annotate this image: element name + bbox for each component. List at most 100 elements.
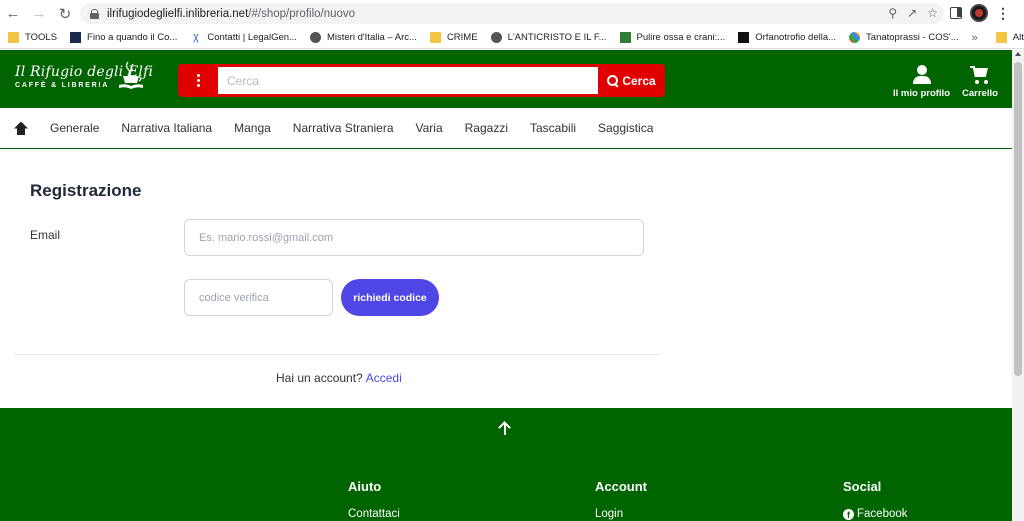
other-favorites[interactable]: Altri Preferiti (995, 32, 1024, 43)
globe-icon (490, 32, 502, 43)
page-scrollbar[interactable] (1012, 50, 1024, 521)
bookmark-label: L'ANTICRISTO E IL F... (507, 32, 607, 43)
footer-link-login[interactable]: Login (595, 508, 647, 520)
other-favorites-label: Altri Preferiti (1012, 32, 1024, 43)
bookmark-item[interactable]: Misteri d'Italia – Arc... (309, 32, 417, 43)
category-narrativa-straniera[interactable]: Narrativa Straniera (293, 121, 394, 135)
bookmark-item[interactable]: Orfanotrofio della... (738, 32, 836, 43)
folder-icon (8, 32, 19, 43)
verification-code-field[interactable] (184, 279, 333, 316)
omnibox-icons: ⚲ ↗ ☆ (888, 6, 938, 20)
footer-link-label: Login (595, 508, 624, 520)
legal-icon: χ (192, 31, 199, 43)
search-input[interactable] (218, 67, 598, 94)
bookmark-item[interactable]: χ Contatti | LegalGen... (190, 31, 297, 44)
search-bar: Cerca (178, 64, 665, 97)
folder-icon (429, 32, 441, 43)
folder-icon (995, 32, 1007, 43)
page-icon (70, 32, 82, 43)
lock-icon (90, 8, 99, 19)
login-prompt: Hai un account? Accedi (276, 371, 402, 385)
page-icon (738, 32, 750, 43)
category-manga[interactable]: Manga (234, 121, 271, 135)
globe-icon (309, 32, 321, 43)
request-code-button[interactable]: richiedi codice (341, 279, 439, 316)
bookmark-label: Contatti | LegalGen... (207, 32, 297, 43)
site-footer: Aiuto Contattaci Account Login Social fF… (0, 408, 1012, 521)
bookmark-label: Fino a quando il Co... (87, 32, 178, 43)
bookmark-item[interactable]: L'ANTICRISTO E IL F... (490, 32, 607, 43)
scrollbar-thumb[interactable] (1014, 62, 1022, 376)
footer-column-account: Account Login (595, 479, 647, 520)
browser-toolbar: ← → ↻ ilrifugiodeglielfi.inlibreria.net/… (0, 0, 1024, 27)
share-icon[interactable]: ↗ (907, 6, 917, 20)
footer-column-social: Social f Facebook (843, 479, 908, 520)
reload-icon[interactable]: ↻ (52, 0, 78, 27)
footer-link-contact[interactable]: Contattaci (348, 508, 400, 520)
category-generale[interactable]: Generale (50, 121, 99, 135)
bookmark-item[interactable]: Tanatoprassi - COS'... (849, 32, 959, 43)
profile-label: Il mio profilo (893, 88, 950, 99)
bookmark-label: TOOLS (25, 32, 58, 43)
url-path: /#/shop/profilo/nuovo (248, 7, 356, 20)
profile-avatar[interactable] (970, 4, 988, 22)
category-nav: Generale Narrativa Italiana Manga Narrat… (0, 108, 1024, 149)
coffee-book-icon (119, 61, 143, 89)
browser-right-icons: ⋮ (950, 4, 1010, 22)
url-text: ilrifugiodeglielfi.inlibreria.net/#/shop… (107, 8, 355, 20)
footer-link-facebook[interactable]: f Facebook (843, 508, 908, 520)
cart-label: Carrello (962, 88, 998, 99)
more-bookmarks-chevron[interactable]: » (972, 32, 978, 44)
cart-button[interactable]: Carrello (962, 65, 998, 99)
url-host: ilrifugiodeglielfi.inlibreria.net (107, 7, 249, 20)
bookmarks-bar: TOOLS Fino a quando il Co... χ Contatti |… (0, 27, 1024, 49)
address-bar[interactable]: ilrifugiodeglielfi.inlibreria.net/#/shop… (80, 3, 944, 24)
category-ragazzi[interactable]: Ragazzi (465, 121, 508, 135)
bookmark-label: Pulire ossa e crani:... (636, 32, 726, 43)
have-account-text: Hai un account? (276, 371, 363, 385)
bookmark-item[interactable]: Pulire ossa e crani:... (619, 32, 726, 43)
bookmark-item[interactable]: TOOLS (8, 32, 57, 43)
search-menu-icon[interactable] (178, 64, 218, 97)
profile-button[interactable]: Il mio profilo (893, 65, 950, 99)
footer-heading: Account (595, 479, 647, 494)
bookmark-item[interactable]: CRIME (429, 32, 478, 43)
bookmark-item[interactable]: Fino a quando il Co... (70, 32, 177, 43)
browser-menu-icon[interactable]: ⋮ (996, 5, 1010, 22)
key-icon[interactable]: ⚲ (888, 6, 897, 20)
bookmark-label: CRIME (446, 32, 478, 43)
cart-icon (969, 65, 990, 85)
footer-link-label: Facebook (857, 508, 908, 520)
category-saggistica[interactable]: Saggistica (598, 121, 653, 135)
footer-link-label: Contattaci (348, 508, 400, 520)
home-icon[interactable] (14, 122, 28, 135)
footer-column-help: Aiuto Contattaci (348, 479, 400, 520)
search-button-label: Cerca (622, 73, 656, 88)
site-header: Il Rifugio degli Elfi CAFFÈ & LIBRERIA C… (0, 50, 1024, 108)
back-arrow-icon[interactable]: ← (0, 0, 26, 27)
side-panel-icon[interactable] (950, 7, 962, 19)
email-field[interactable] (184, 219, 644, 256)
email-label: Email (30, 228, 61, 242)
search-icon (607, 75, 619, 86)
star-icon[interactable]: ☆ (927, 6, 938, 20)
footer-heading: Aiuto (348, 479, 382, 494)
user-icon (912, 65, 932, 85)
category-narrativa-italiana[interactable]: Narrativa Italiana (121, 121, 212, 135)
forward-arrow-icon[interactable]: → (26, 0, 52, 27)
facebook-icon: f (843, 508, 854, 520)
search-button[interactable]: Cerca (598, 64, 665, 97)
bookmark-label: Orfanotrofio della... (755, 32, 837, 43)
scroll-up-icon[interactable] (1015, 52, 1021, 56)
page-title: Registrazione (30, 181, 142, 200)
scroll-to-top-icon[interactable] (498, 421, 512, 435)
category-tascabili[interactable]: Tascabili (530, 121, 576, 135)
bookmark-label: Misteri d'Italia – Arc... (326, 32, 417, 43)
category-varia[interactable]: Varia (416, 121, 443, 135)
login-link[interactable]: Accedi (366, 371, 402, 385)
bookmark-label: Tanatoprassi - COS'... (866, 32, 959, 43)
form-divider (14, 354, 660, 355)
site-logo[interactable]: Il Rifugio degli Elfi CAFFÈ & LIBRERIA (15, 61, 153, 89)
bone-icon (619, 32, 631, 43)
joomla-icon (849, 32, 861, 43)
